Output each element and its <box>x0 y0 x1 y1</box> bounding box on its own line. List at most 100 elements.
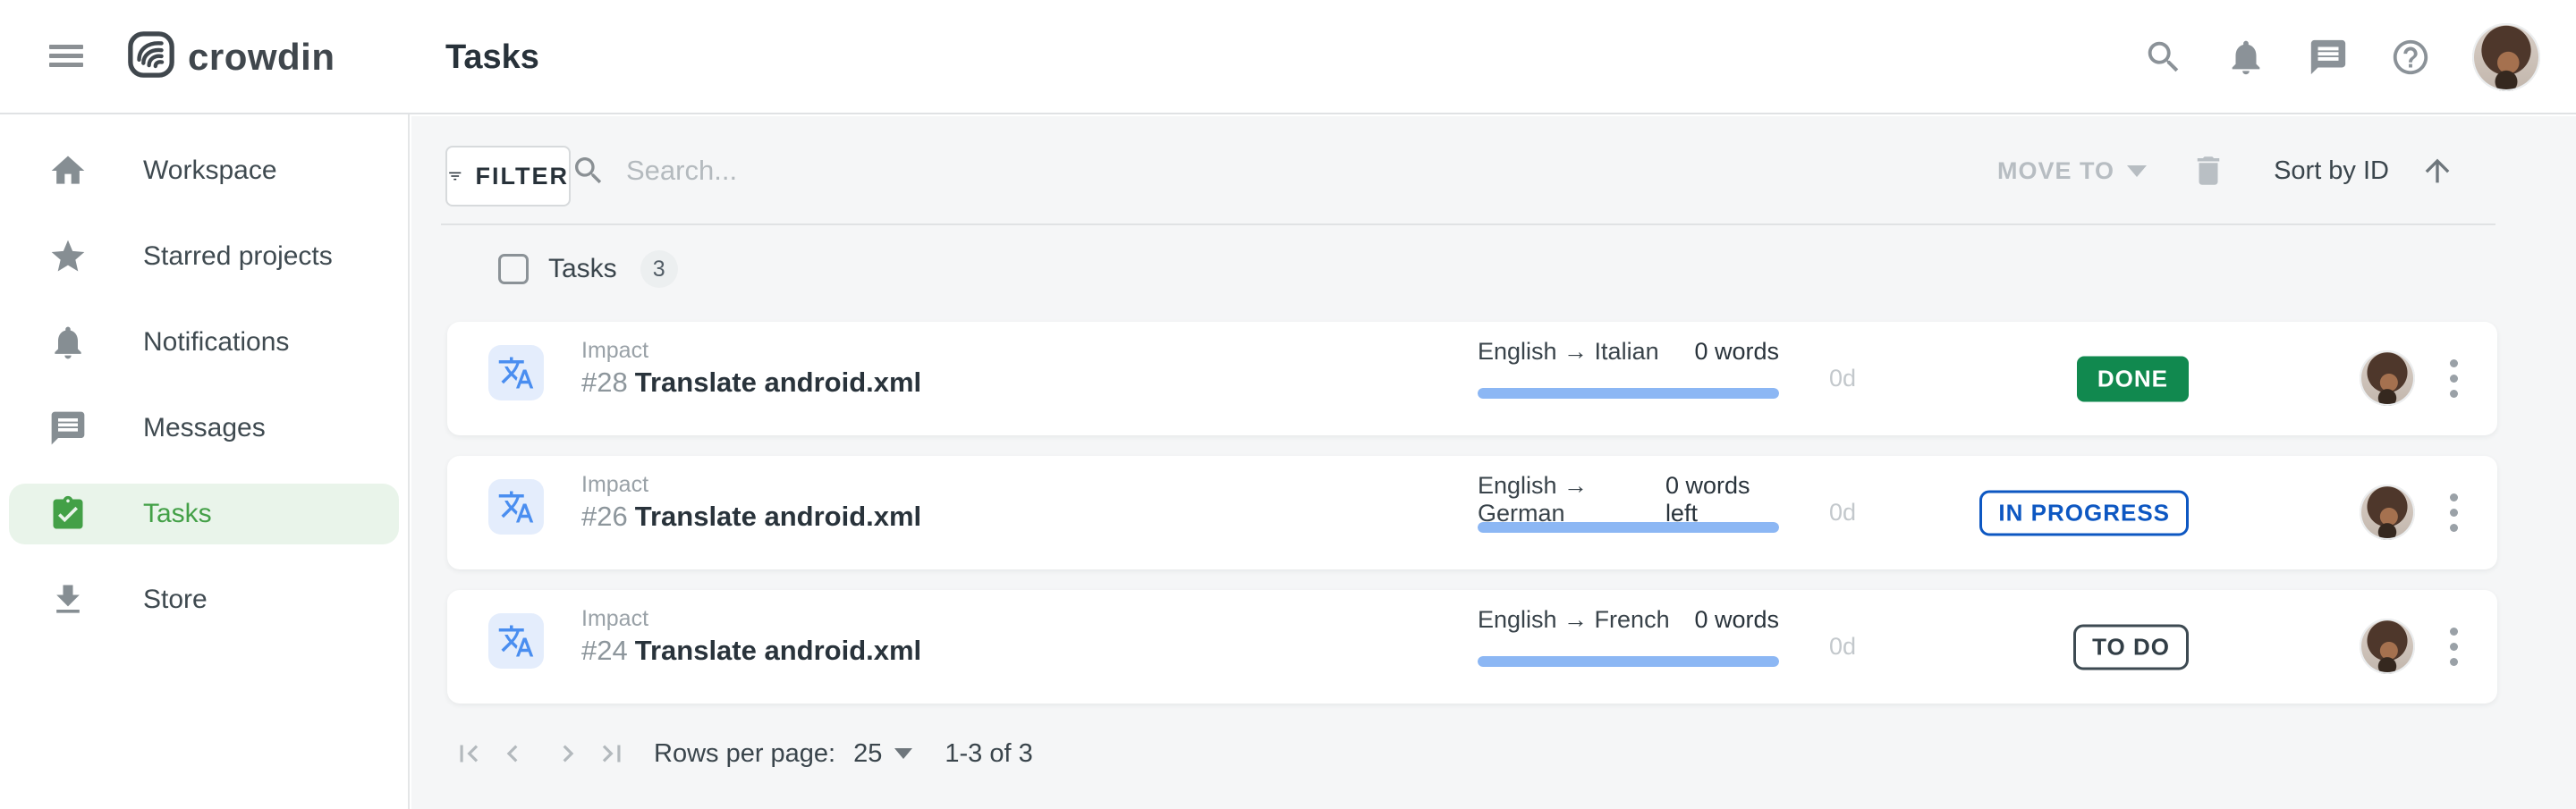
help-icon[interactable] <box>2390 37 2431 78</box>
first-page-icon[interactable] <box>452 737 486 771</box>
sidebar-item-label: Messages <box>143 413 266 443</box>
kebab-menu-icon[interactable] <box>2436 322 2470 435</box>
user-avatar[interactable] <box>2472 23 2540 91</box>
last-page-icon[interactable] <box>595 737 629 771</box>
sidebar-item-label: Workspace <box>143 156 277 186</box>
translate-icon <box>488 345 544 400</box>
kebab-menu-icon[interactable] <box>2436 456 2470 569</box>
download-icon <box>48 580 88 619</box>
task-title: Translate android.xml <box>635 367 921 398</box>
search-icon[interactable] <box>2143 37 2184 78</box>
sidebar-item-label: Starred projects <box>143 241 333 272</box>
list-header: Tasks 3 <box>411 241 678 297</box>
list-title: Tasks <box>548 254 617 284</box>
sidebar-item-store[interactable]: Store <box>0 557 408 643</box>
task-id: #26 <box>581 501 628 532</box>
pagination: Rows per page: 25 1-3 of 3 <box>452 724 1033 783</box>
star-icon <box>48 237 88 276</box>
status-badge: DONE <box>2077 356 2189 401</box>
topbar: crowdin Tasks <box>0 0 2576 114</box>
toolbar-right-actions: MOVE TO Sort by ID <box>1997 116 2455 225</box>
filter-icon <box>447 162 463 190</box>
task-title-line: #24Translate android.xml <box>581 635 921 667</box>
sidebar-item-label: Notifications <box>143 327 289 358</box>
task-title-line: #28Translate android.xml <box>581 367 921 399</box>
sort-by-id-button[interactable]: Sort by ID <box>2274 156 2389 186</box>
task-id: #24 <box>581 635 628 666</box>
filter-button[interactable]: FILTER <box>445 146 571 206</box>
select-all-checkbox[interactable] <box>498 254 529 284</box>
language-pair: English → French <box>1478 606 1670 634</box>
move-to-label: MOVE TO <box>1997 157 2114 185</box>
assignee-avatar[interactable] <box>2360 619 2415 674</box>
progress-bar <box>1478 388 1779 399</box>
tasks-toolbar: FILTER MOVE TO Sort by ID <box>411 116 2576 225</box>
notifications-bell-icon[interactable] <box>2225 37 2267 78</box>
project-name: Impact <box>581 606 648 632</box>
crowdin-logo[interactable]: crowdin <box>127 30 335 83</box>
words-count: 0 words <box>1694 606 1779 634</box>
search-icon <box>571 153 606 189</box>
rows-per-page-chevron-down-icon[interactable] <box>894 748 912 759</box>
language-row: English → French 0 words <box>1478 606 1779 634</box>
pagination-range: 1-3 of 3 <box>945 739 1032 769</box>
due-date: 0d <box>1789 590 1896 704</box>
page-title: Tasks <box>445 0 539 114</box>
sidebar-item-workspace[interactable]: Workspace <box>0 128 408 214</box>
crowdin-logo-text: crowdin <box>188 36 335 79</box>
task-title: Translate android.xml <box>635 635 921 666</box>
language-pair: English → Italian <box>1478 338 1659 366</box>
hamburger-menu-icon[interactable] <box>49 45 83 68</box>
assignee-avatar[interactable] <box>2360 485 2415 540</box>
crowdin-app: crowdin Tasks Workspace <box>0 0 2576 809</box>
task-row[interactable]: Impact #28Translate android.xml English … <box>447 322 2497 435</box>
assignee-avatar[interactable] <box>2360 350 2415 406</box>
progress-bar <box>1478 522 1779 533</box>
words-count: 0 words <box>1694 338 1779 366</box>
home-icon <box>48 151 88 190</box>
toolbar-divider <box>441 223 2496 225</box>
search-bar <box>571 116 1163 225</box>
progress-bar-fill <box>1478 656 1779 667</box>
due-date: 0d <box>1789 456 1896 569</box>
status-badge: TO DO <box>2073 624 2189 670</box>
rows-per-page-label: Rows per page: <box>654 739 835 769</box>
sidebar-item-tasks[interactable]: Tasks <box>0 471 408 557</box>
tasks-icon <box>48 494 88 534</box>
rows-per-page-value[interactable]: 25 <box>853 739 882 769</box>
kebab-menu-icon[interactable] <box>2436 590 2470 704</box>
progress-bar <box>1478 656 1779 667</box>
progress-bar-fill <box>1478 522 1779 533</box>
tasks-count-badge: 3 <box>640 250 678 288</box>
task-row[interactable]: Impact #26Translate android.xml English … <box>447 456 2497 569</box>
next-page-icon[interactable] <box>551 737 585 771</box>
project-name: Impact <box>581 472 648 498</box>
chevron-down-icon <box>2127 165 2147 177</box>
sidebar-item-label: Tasks <box>143 499 212 529</box>
status-badge: IN PROGRESS <box>1979 490 2189 535</box>
filter-button-label: FILTER <box>476 163 569 190</box>
move-to-dropdown[interactable]: MOVE TO <box>1997 157 2147 185</box>
sidebar-item-starred-projects[interactable]: Starred projects <box>0 214 408 299</box>
task-row[interactable]: Impact #24Translate android.xml English … <box>447 590 2497 704</box>
task-title-line: #26Translate android.xml <box>581 501 921 533</box>
project-name: Impact <box>581 338 648 364</box>
translate-icon <box>488 479 544 535</box>
task-title: Translate android.xml <box>635 501 921 532</box>
sidebar-item-label: Store <box>143 585 208 615</box>
sidebar-item-messages[interactable]: Messages <box>0 385 408 471</box>
translate-icon <box>488 613 544 669</box>
chat-icon <box>48 409 88 448</box>
messages-chat-icon[interactable] <box>2308 37 2349 78</box>
delete-trash-icon[interactable] <box>2190 152 2227 190</box>
search-input[interactable] <box>626 155 1163 187</box>
main-content: FILTER MOVE TO Sort by ID <box>411 116 2576 809</box>
words-count: 0 words left <box>1665 472 1779 527</box>
language-row: English → German 0 words left <box>1478 472 1779 527</box>
sidebar: Workspace Starred projects Notifications… <box>0 114 410 809</box>
progress-bar-fill <box>1478 388 1779 399</box>
sort-direction-arrow-up-icon[interactable] <box>2419 153 2455 189</box>
sidebar-item-notifications[interactable]: Notifications <box>0 299 408 385</box>
language-pair: English → German <box>1478 472 1665 527</box>
previous-page-icon[interactable] <box>496 737 530 771</box>
